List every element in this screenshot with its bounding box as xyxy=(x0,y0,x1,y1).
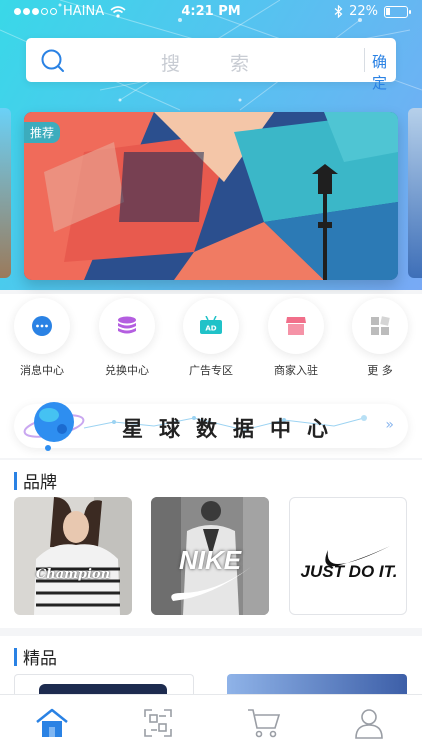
planet-icon xyxy=(23,402,85,451)
tab-scan[interactable] xyxy=(138,705,178,741)
featured-card-2[interactable] xyxy=(227,674,407,696)
svg-text:AD: AD xyxy=(205,325,216,333)
menu-label: 兑换中心 xyxy=(105,364,149,377)
menu-label: 消息中心 xyxy=(20,364,64,377)
banner-next-peek[interactable] xyxy=(408,108,422,278)
menu-item-messages[interactable]: 消息中心 xyxy=(7,298,77,378)
tab-profile[interactable] xyxy=(349,705,389,741)
champion-photo xyxy=(14,497,132,615)
planet-title: 星球数据中心 xyxy=(122,417,344,441)
brand-title: 品牌 xyxy=(14,468,57,493)
brand-title-text: 品牌 xyxy=(23,473,57,493)
more-grid-icon xyxy=(352,298,408,354)
menu-label: 更 多 xyxy=(367,364,393,377)
menu-label: 广告专区 xyxy=(189,364,233,377)
featured-section: 精品 xyxy=(0,636,422,698)
banner-artwork xyxy=(24,112,398,280)
just-do-it-text: JUST DO IT. xyxy=(300,562,398,581)
status-bar: HAINA 4:21 PM 22% xyxy=(0,0,422,24)
nike-logo-text: NIKE xyxy=(178,545,242,575)
menu-item-more[interactable]: 更 多 xyxy=(345,298,415,378)
brand-card-champion[interactable]: Champion xyxy=(14,497,132,615)
scan-icon xyxy=(144,709,172,737)
home-screen: HAINA 4:21 PM 22% 搜 索 确定 推荐 消息中心 兑换中心 AD… xyxy=(0,0,422,750)
recommend-tag: 推荐 xyxy=(24,122,61,143)
menu-item-merchant[interactable]: 商家入驻 xyxy=(261,298,331,378)
champion-logo-text: Champion xyxy=(35,567,111,582)
featured-title: 精品 xyxy=(14,644,57,669)
ad-board-icon: AD xyxy=(183,298,239,354)
title-accent-bar xyxy=(14,471,17,490)
search-icon[interactable] xyxy=(40,48,66,74)
status-right: 22% xyxy=(334,4,411,19)
menu-item-exchange[interactable]: 兑换中心 xyxy=(92,298,162,378)
cart-icon xyxy=(248,709,281,738)
search-bar[interactable]: 搜 索 确定 xyxy=(26,38,396,92)
coin-stack-icon xyxy=(99,298,155,354)
quick-menu: 消息中心 兑换中心 AD 广告专区 商家入驻 更 多 xyxy=(0,294,422,394)
search-input[interactable]: 搜 索 xyxy=(96,49,336,76)
title-accent-bar xyxy=(14,647,17,666)
tab-cart[interactable] xyxy=(244,705,284,741)
featured-title-text: 精品 xyxy=(23,649,57,669)
banner-prev-peek[interactable] xyxy=(0,108,11,278)
brand-card-just-do-it[interactable]: JUST DO IT. xyxy=(289,497,407,615)
banner-slide[interactable]: 推荐 xyxy=(24,112,398,280)
planet-section: 星球数据中心 » xyxy=(0,394,422,458)
battery-percent: 22% xyxy=(349,4,378,19)
confirm-button[interactable]: 确定 xyxy=(372,51,396,93)
featured-card-1[interactable] xyxy=(14,674,194,698)
tab-bar xyxy=(0,694,422,750)
shop-icon xyxy=(268,298,324,354)
message-icon xyxy=(14,298,70,354)
brand-card-nike[interactable]: NIKE xyxy=(151,497,269,615)
menu-label: 商家入驻 xyxy=(274,364,318,377)
bluetooth-icon xyxy=(334,5,343,18)
battery-icon xyxy=(384,5,411,18)
menu-item-ads[interactable]: AD 广告专区 xyxy=(176,298,246,378)
double-chevron-icon: » xyxy=(385,417,394,433)
user-icon xyxy=(355,709,383,739)
search-divider xyxy=(364,48,365,72)
home-icon xyxy=(36,708,68,737)
tab-home[interactable] xyxy=(32,705,72,741)
